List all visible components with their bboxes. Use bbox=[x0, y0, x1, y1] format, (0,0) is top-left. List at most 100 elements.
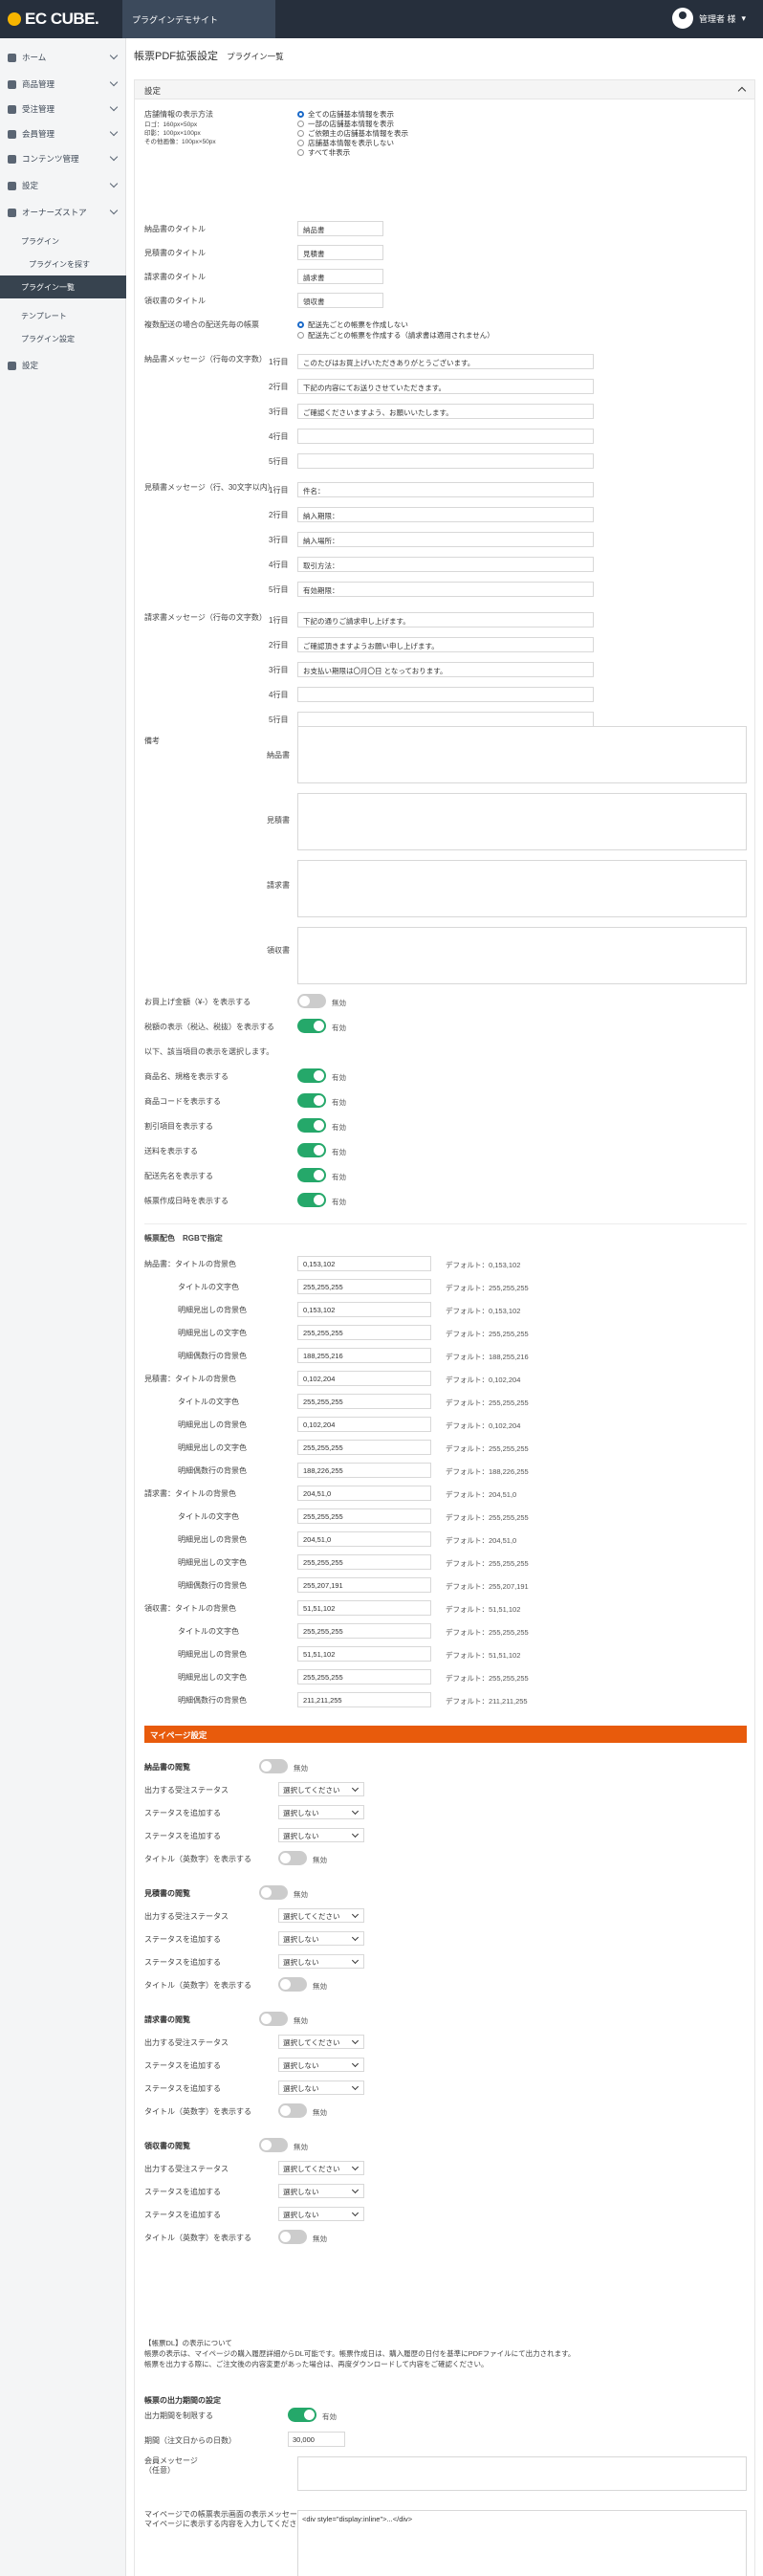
sidebar-item[interactable]: オーナーズストア bbox=[0, 201, 126, 224]
toggle-switch[interactable] bbox=[297, 1193, 326, 1207]
toggle-switch[interactable] bbox=[297, 1143, 326, 1157]
status-select[interactable]: 選択しない bbox=[278, 1828, 364, 1842]
message-input[interactable] bbox=[297, 453, 594, 469]
sidebar-item-settings[interactable]: 設定 bbox=[0, 354, 126, 377]
mypage-message-value[interactable]: <div style="display:inline">...</div> bbox=[297, 2510, 747, 2576]
toggle-switch[interactable] bbox=[297, 1019, 326, 1033]
status-select[interactable]: 選択してください bbox=[278, 2161, 364, 2175]
status-select[interactable]: 選択してください bbox=[278, 1782, 364, 1796]
sidebar-item[interactable]: 会員管理 bbox=[0, 122, 126, 145]
title-input[interactable]: 納品書 bbox=[297, 221, 383, 236]
color-input[interactable]: 211,211,255 bbox=[297, 1692, 431, 1707]
note-textarea[interactable] bbox=[297, 793, 747, 850]
message-input[interactable]: ご確認頂きますようお願い申し上げます。 bbox=[297, 637, 594, 652]
toggle-switch[interactable] bbox=[259, 1885, 288, 1900]
radio-icon[interactable] bbox=[297, 111, 304, 118]
color-input[interactable]: 51,51,102 bbox=[297, 1646, 431, 1662]
sidebar-item[interactable]: ホーム bbox=[0, 46, 126, 69]
toggle-switch[interactable] bbox=[297, 994, 326, 1008]
color-input[interactable]: 255,255,255 bbox=[297, 1554, 431, 1570]
radio-option[interactable]: 配送先ごとの帳票を作成しない bbox=[297, 319, 408, 330]
sidebar-subitem[interactable]: プラグイン一覧 bbox=[0, 275, 126, 298]
message-input[interactable]: 有効期限： bbox=[297, 582, 594, 597]
title-input[interactable]: 領収書 bbox=[297, 293, 383, 308]
color-input[interactable]: 0,102,204 bbox=[297, 1417, 431, 1432]
color-input[interactable]: 255,255,255 bbox=[297, 1394, 431, 1409]
breadcrumb[interactable]: プラグイン一覧 bbox=[227, 52, 284, 61]
toggle-switch[interactable] bbox=[278, 2103, 307, 2118]
message-input[interactable]: 件名： bbox=[297, 482, 594, 497]
toggle-switch[interactable] bbox=[278, 1977, 307, 1992]
toggle-switch[interactable] bbox=[278, 1851, 307, 1865]
sidebar-subitem[interactable]: プラグインを探す bbox=[0, 253, 126, 275]
status-select[interactable]: 選択してください bbox=[278, 1908, 364, 1923]
radio-icon[interactable] bbox=[297, 121, 304, 127]
status-select[interactable]: 選択してください bbox=[278, 2035, 364, 2049]
message-input[interactable]: このたびはお買上げいただきありがとうございます。 bbox=[297, 354, 594, 369]
title-input[interactable]: 請求書 bbox=[297, 269, 383, 284]
mypage-message-textarea[interactable] bbox=[297, 2456, 747, 2491]
toggle-switch[interactable] bbox=[297, 1118, 326, 1133]
color-input[interactable]: 51,51,102 bbox=[297, 1600, 431, 1616]
radio-option[interactable]: 配送先ごとの帳票を作成する（請求書は適用されません） bbox=[297, 330, 494, 341]
message-input[interactable]: 下記の内容にてお送りさせていただきます。 bbox=[297, 379, 594, 394]
sidebar-item[interactable]: 受注管理 bbox=[0, 98, 126, 121]
color-input[interactable]: 255,255,255 bbox=[297, 1279, 431, 1294]
message-input[interactable] bbox=[297, 687, 594, 702]
status-select[interactable]: 選択しない bbox=[278, 2081, 364, 2095]
color-input[interactable]: 255,255,255 bbox=[297, 1325, 431, 1340]
radio-icon[interactable] bbox=[297, 332, 304, 339]
status-select[interactable]: 選択しない bbox=[278, 1805, 364, 1819]
color-input[interactable]: 204,51,0 bbox=[297, 1531, 431, 1547]
color-input[interactable]: 0,102,204 bbox=[297, 1371, 431, 1386]
toggle-switch[interactable] bbox=[259, 1759, 288, 1773]
color-input[interactable]: 188,255,216 bbox=[297, 1348, 431, 1363]
toggle-switch[interactable] bbox=[259, 2012, 288, 2026]
message-input[interactable] bbox=[297, 429, 594, 444]
note-textarea[interactable] bbox=[297, 860, 747, 917]
radio-icon[interactable] bbox=[297, 140, 304, 146]
toggle-switch[interactable] bbox=[259, 2138, 288, 2152]
status-select[interactable]: 選択しない bbox=[278, 2058, 364, 2072]
toggle-switch[interactable] bbox=[297, 1168, 326, 1182]
message-input[interactable]: ご確認くださいますよう、お願いいたします。 bbox=[297, 404, 594, 419]
user-menu[interactable]: 管理者 様 ▾ bbox=[671, 8, 746, 29]
chevron-up-icon[interactable] bbox=[737, 86, 747, 96]
message-input[interactable] bbox=[297, 712, 594, 727]
radio-icon[interactable] bbox=[297, 321, 304, 328]
radio-icon[interactable] bbox=[297, 149, 304, 156]
toggle-switch[interactable] bbox=[297, 1068, 326, 1083]
color-input[interactable]: 255,255,255 bbox=[297, 1623, 431, 1639]
message-input[interactable]: 下記の通りご請求申し上げます。 bbox=[297, 612, 594, 627]
color-input[interactable]: 0,153,102 bbox=[297, 1256, 431, 1271]
radio-option[interactable]: すべて非表示 bbox=[297, 147, 350, 158]
sidebar-item[interactable]: 設定 bbox=[0, 174, 126, 197]
color-input[interactable]: 188,226,255 bbox=[297, 1463, 431, 1478]
color-input[interactable]: 204,51,0 bbox=[297, 1486, 431, 1501]
sidebar-subitem[interactable]: プラグイン bbox=[0, 230, 126, 253]
note-textarea[interactable] bbox=[297, 726, 747, 783]
sidebar-item[interactable]: 商品管理 bbox=[0, 73, 126, 96]
message-input[interactable]: お支払い期限は〇月〇日 となっております。 bbox=[297, 662, 594, 677]
sidebar-item[interactable]: コンテンツ管理 bbox=[0, 147, 126, 170]
status-select[interactable]: 選択しない bbox=[278, 1931, 364, 1946]
note-textarea[interactable] bbox=[297, 927, 747, 984]
color-input[interactable]: 255,207,191 bbox=[297, 1577, 431, 1593]
limit-days-input[interactable]: 30,000 bbox=[288, 2432, 345, 2447]
sidebar-subitem[interactable]: テンプレート bbox=[0, 304, 126, 327]
toggle-switch[interactable] bbox=[288, 2408, 316, 2422]
message-input[interactable]: 取引方法： bbox=[297, 557, 594, 572]
status-select[interactable]: 選択しない bbox=[278, 1954, 364, 1969]
sidebar-subitem[interactable]: プラグイン設定 bbox=[0, 327, 126, 350]
color-input[interactable]: 255,255,255 bbox=[297, 1508, 431, 1524]
message-input[interactable]: 納入期限： bbox=[297, 507, 594, 522]
message-input[interactable]: 納入場所： bbox=[297, 532, 594, 547]
color-input[interactable]: 255,255,255 bbox=[297, 1440, 431, 1455]
radio-icon[interactable] bbox=[297, 130, 304, 137]
status-select[interactable]: 選択しない bbox=[278, 2184, 364, 2198]
card-header[interactable]: 設定 bbox=[135, 80, 754, 99]
site-name[interactable]: プラグインデモサイト bbox=[122, 0, 275, 38]
color-input[interactable]: 0,153,102 bbox=[297, 1302, 431, 1317]
toggle-switch[interactable] bbox=[297, 1093, 326, 1108]
status-select[interactable]: 選択しない bbox=[278, 2207, 364, 2221]
